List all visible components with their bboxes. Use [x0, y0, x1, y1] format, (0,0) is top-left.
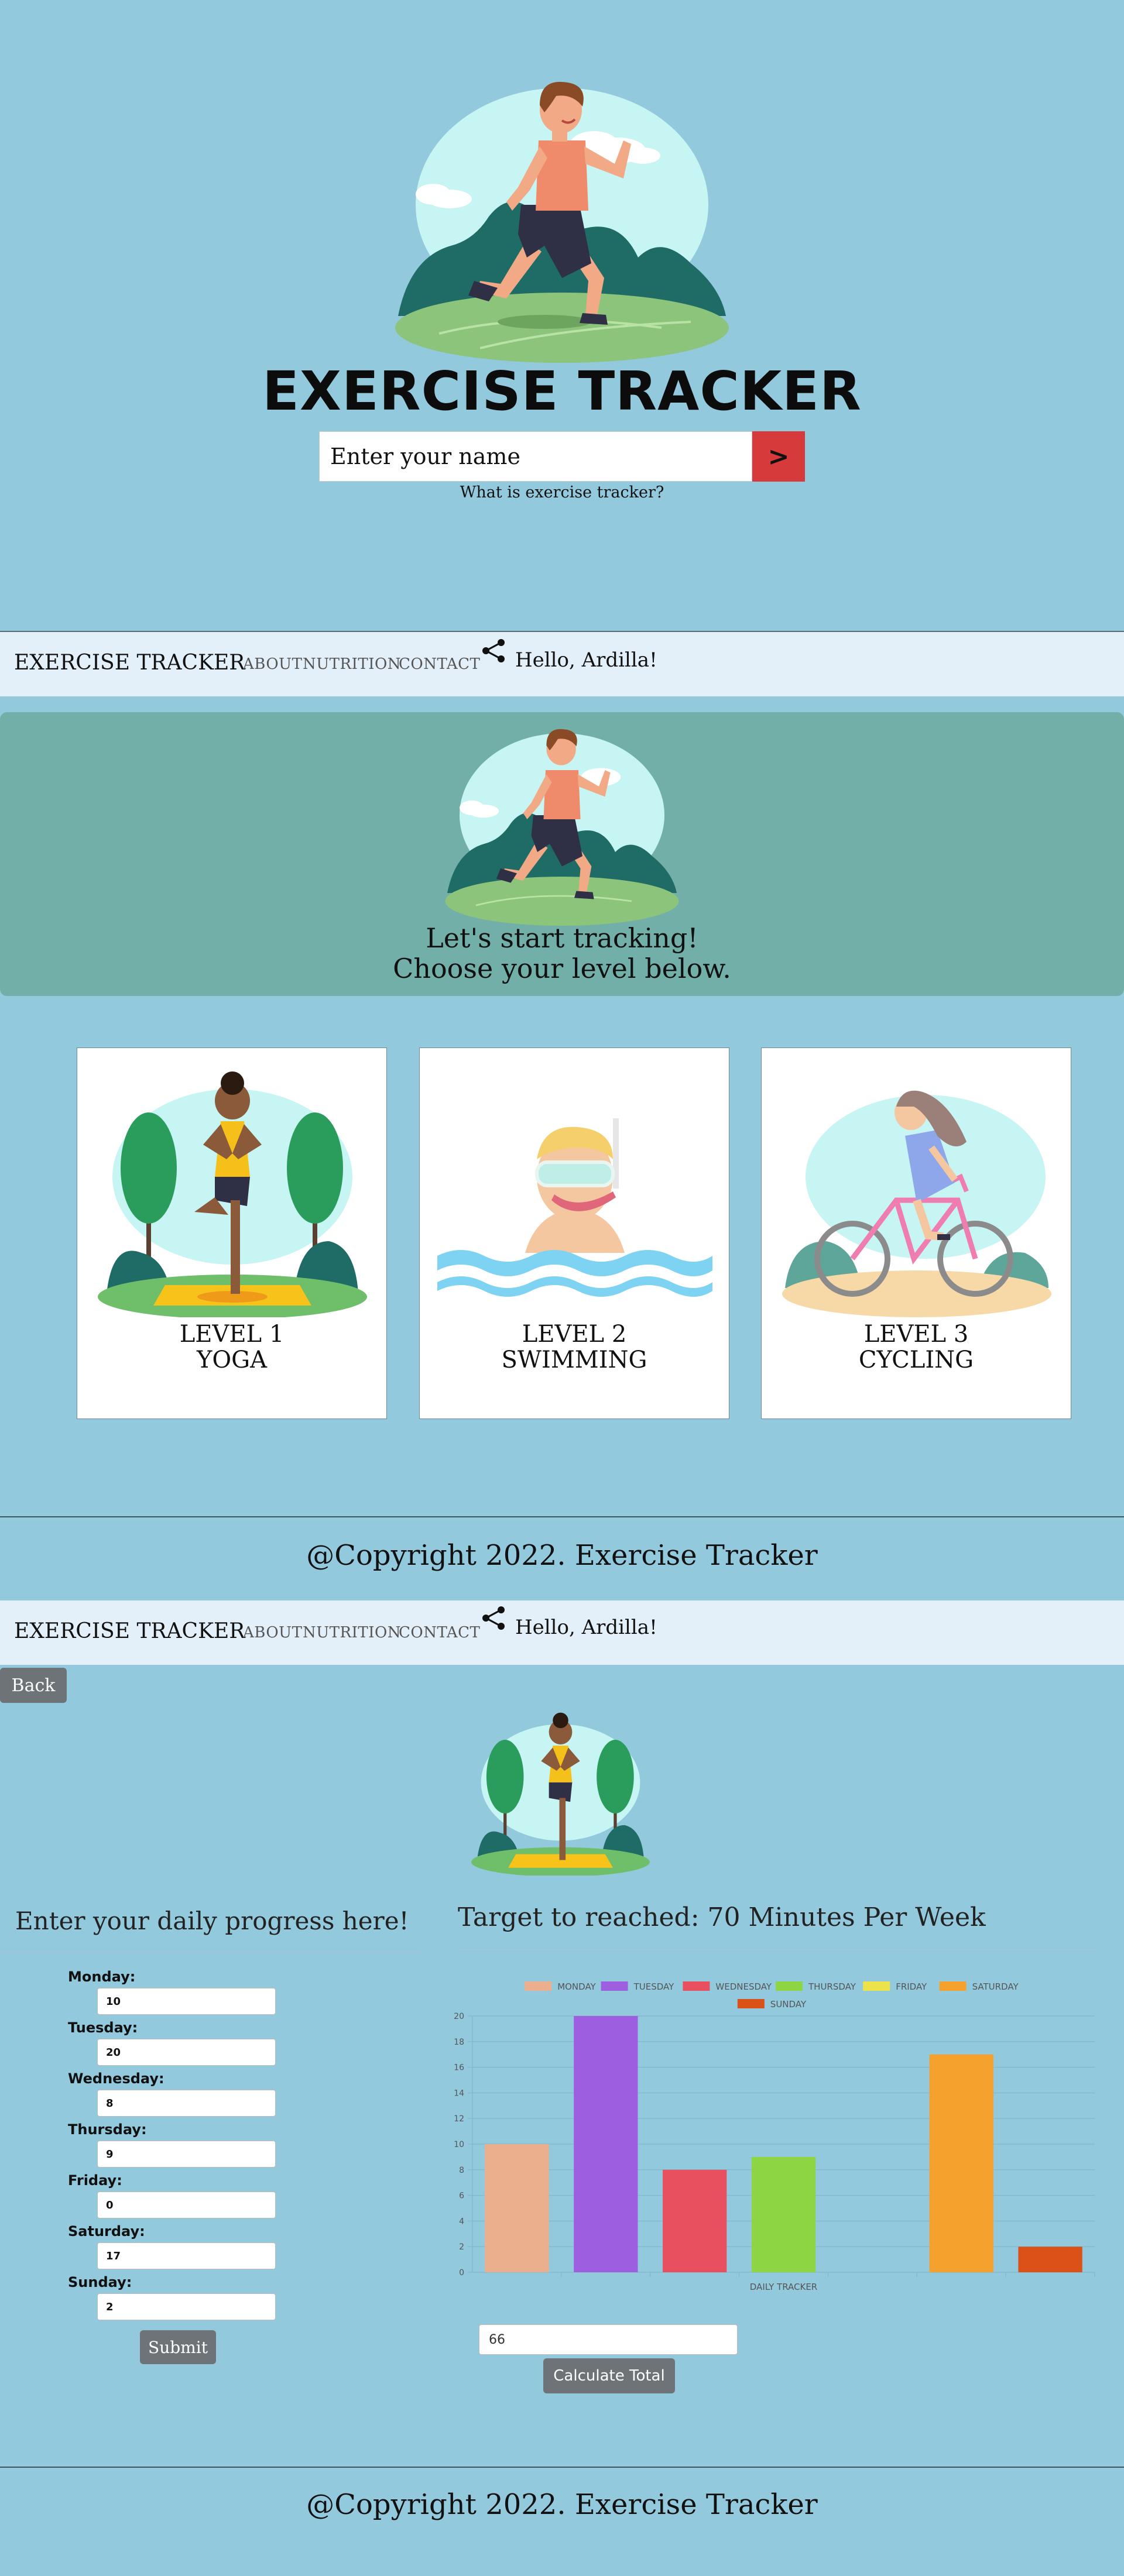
monday-label: Monday: [68, 1969, 136, 1985]
name-input-wrapper [319, 431, 752, 482]
legend-label: FRIDAY [896, 1981, 927, 1992]
bar-sunday [1018, 2247, 1082, 2272]
thursday-input[interactable] [97, 2141, 276, 2168]
daily-tracker-chart: 0 2 4 6 8 10 12 14 16 18 20 DAILY TRACKER MONDAY TUES… [454, 1981, 1095, 2292]
name-input[interactable] [320, 432, 752, 481]
bar-monday [485, 2144, 549, 2272]
tuesday-label: Tuesday: [68, 2019, 138, 2036]
bar-wednesday [662, 2169, 727, 2272]
footer-divider [0, 2467, 1124, 2468]
x-axis-label: DAILY TRACKER [750, 2282, 817, 2292]
legend-swatch [863, 1981, 890, 1991]
sunday-label: Sunday: [68, 2274, 132, 2290]
level-card-yoga[interactable]: LEVEL 1 YOGA [77, 1047, 387, 1419]
legend-swatch [525, 1981, 552, 1991]
y-tick-label: 18 [454, 2038, 464, 2047]
navbar-brand[interactable]: EXERCISE TRACKER [14, 651, 245, 675]
legend-label: TUESDAY [633, 1981, 675, 1992]
welcome-line-2: Choose your level below. [393, 953, 731, 984]
footer-copyright: @Copyright 2022. Exercise Tracker [306, 1539, 818, 1572]
back-button[interactable]: Back [0, 1668, 67, 1703]
nav-link-nutrition[interactable]: NUTRITION [303, 1624, 401, 1641]
yoga-illustration-small [471, 1712, 650, 1876]
what-is-link[interactable]: What is exercise tracker? [0, 483, 1124, 502]
bar-tuesday [574, 2016, 638, 2272]
user-greeting: Hello, Ardilla! [515, 648, 657, 672]
level-number: LEVEL 1 [179, 1321, 285, 1348]
y-tick-label: 6 [459, 2192, 464, 2201]
level-card-cycling[interactable]: LEVEL 3 CYCLING [761, 1047, 1071, 1419]
runner-illustration [395, 81, 729, 363]
yoga-illustration [98, 1071, 367, 1317]
y-tick-label: 10 [454, 2140, 464, 2149]
legend-label: SUNDAY [770, 1999, 807, 2010]
progress-heading: Enter your daily progress here! [15, 1907, 409, 1935]
monday-input[interactable] [97, 1988, 276, 2015]
submit-name-button[interactable]: > [752, 431, 805, 482]
calculate-total-button[interactable]: Calculate Total [543, 2358, 675, 2393]
user-greeting: Hello, Ardilla! [515, 1616, 657, 1639]
level-activity: SWIMMING [501, 1347, 647, 1373]
footer-copyright: @Copyright 2022. Exercise Tracker [306, 2488, 818, 2521]
nav-link-contact[interactable]: CONTACT [399, 1624, 480, 1641]
share-icon[interactable] [480, 1605, 507, 1631]
nav-link-about[interactable]: ABOUT [243, 655, 302, 673]
swimming-illustration [437, 1118, 712, 1297]
runner-illustration-small [445, 729, 679, 926]
legend-label: SATURDAY [972, 1981, 1019, 1992]
target-heading: Target to reached: 70 Minutes Per Week [458, 1902, 986, 1932]
app-title: EXERCISE TRACKER [262, 360, 862, 423]
sunday-input[interactable] [97, 2293, 276, 2320]
level-activity: YOGA [196, 1347, 268, 1373]
friday-label: Friday: [68, 2172, 122, 2189]
wednesday-input[interactable] [97, 2090, 276, 2117]
target-divider [458, 1949, 1099, 1950]
y-tick-label: 8 [459, 2166, 464, 2175]
level-activity: CYCLING [858, 1347, 974, 1373]
legend-swatch [601, 1981, 628, 1991]
navbar: EXERCISE TRACKER ABOUT NUTRITION CONTACT… [0, 632, 1124, 696]
total-input[interactable] [479, 2324, 738, 2355]
legend-swatch [776, 1981, 803, 1991]
welcome-line-1: Let's start tracking! [426, 922, 698, 954]
y-tick-label: 0 [459, 2268, 464, 2278]
nav-link-nutrition[interactable]: NUTRITION [303, 655, 401, 673]
y-tick-label: 16 [454, 2063, 464, 2073]
y-tick-label: 2 [459, 2242, 464, 2252]
y-tick-label: 14 [454, 2089, 464, 2098]
cycling-illustration [782, 1090, 1051, 1317]
nav-link-contact[interactable]: CONTACT [399, 655, 480, 673]
level-card-swimming[interactable]: LEVEL 2 SWIMMING [419, 1047, 729, 1419]
y-tick-label: 4 [459, 2217, 464, 2226]
y-tick-label: 12 [454, 2114, 464, 2124]
legend-swatch [737, 1999, 765, 2008]
bar-saturday [929, 2054, 993, 2272]
legend-label: MONDAY [557, 1981, 596, 1992]
footer-divider [0, 1516, 1124, 1517]
y-tick-label: 20 [454, 2012, 464, 2021]
tuesday-input[interactable] [97, 2039, 276, 2066]
legend-label: THURSDAY [808, 1981, 856, 1992]
nav-link-about[interactable]: ABOUT [243, 1624, 302, 1641]
friday-input[interactable] [97, 2192, 276, 2218]
navbar-brand[interactable]: EXERCISE TRACKER [14, 1619, 245, 1643]
legend-label: WEDNESDAY [715, 1981, 772, 1992]
share-icon[interactable] [480, 638, 507, 664]
saturday-label: Saturday: [68, 2223, 145, 2240]
legend-swatch [683, 1981, 710, 1991]
progress-divider [0, 1951, 420, 1952]
bar-thursday [751, 2156, 816, 2272]
level-number: LEVEL 2 [522, 1321, 627, 1348]
submit-progress-button[interactable]: Submit [140, 2330, 216, 2364]
legend-swatch [939, 1981, 967, 1991]
level-number: LEVEL 3 [863, 1321, 969, 1348]
navbar: EXERCISE TRACKER ABOUT NUTRITION CONTACT… [0, 1600, 1124, 1665]
wednesday-label: Wednesday: [68, 2070, 165, 2087]
saturday-input[interactable] [97, 2242, 276, 2269]
thursday-label: Thursday: [68, 2121, 147, 2138]
